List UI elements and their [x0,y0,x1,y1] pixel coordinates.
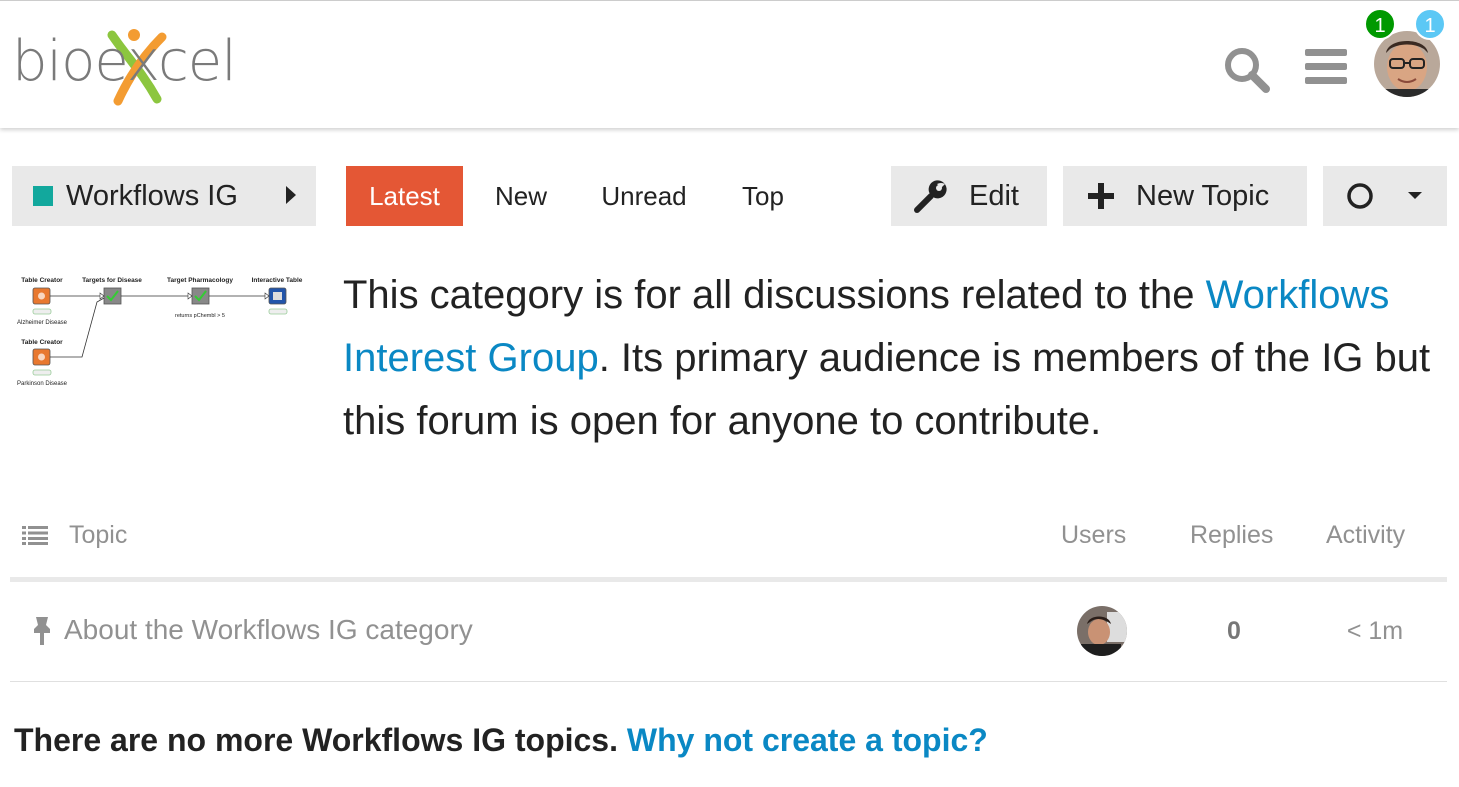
tab-top[interactable]: Top [726,166,800,226]
search-icon [1225,48,1270,93]
hamburger-icon [1305,49,1347,84]
svg-text:Interactive Table: Interactive Table [252,277,303,284]
svg-text:Table Creator: Table Creator [21,277,63,284]
svg-text:Target Pharmacology: Target Pharmacology [167,277,233,284]
caret-down-icon [1408,192,1422,199]
column-header-replies[interactable]: Replies [1190,521,1273,550]
notification-badge[interactable]: 1 [1364,8,1396,40]
site-header: bioexcel 1 1 [0,0,1459,128]
caret-right-icon [286,186,296,204]
navigation-bar: Workflows IG Latest New Unread Top Edit … [0,166,1459,226]
category-label: Workflows IG [66,179,238,212]
create-topic-link[interactable]: Why not create a topic? [627,722,988,758]
svg-text:returns pChembl > 5: returns pChembl > 5 [175,313,225,319]
edit-label: Edit [969,179,1019,212]
list-icon[interactable] [22,525,48,545]
plus-icon [1088,183,1114,209]
no-more-topics-text: There are no more Workflows IG topics. [14,722,627,758]
tab-latest[interactable]: Latest [346,166,463,226]
activity-time[interactable]: < 1m [1320,617,1430,646]
new-topic-label: New Topic [1136,179,1270,212]
private-message-badge[interactable]: 1 [1414,8,1446,40]
no-more-topics-message: There are no more Workflows IG topics. W… [14,722,988,759]
search-button[interactable] [1222,45,1272,95]
notification-level-dropdown[interactable] [1323,166,1447,226]
topic-title-link[interactable]: About the Workflows IG category [64,614,473,646]
replies-count: 0 [1227,617,1241,645]
poster-avatar-image [1077,606,1127,656]
category-description: This category is for all discussions rel… [343,264,1453,453]
category-logo-image: Table Creator Targets for Disease Target… [12,270,310,394]
svg-text:Table Creator: Table Creator [21,339,63,346]
svg-text:Alzheimer Disease: Alzheimer Disease [17,320,68,326]
column-header-users: Users [1061,521,1127,549]
user-avatar[interactable] [1374,31,1440,97]
category-dropdown[interactable]: Workflows IG [12,166,316,226]
topic-row[interactable]: About the Workflows IG category 0 < 1m [10,582,1447,682]
avatar-image [1374,31,1440,97]
tab-new[interactable]: New [477,166,565,226]
circle-icon [1347,183,1373,209]
column-header-activity[interactable]: Activity [1326,521,1405,550]
tab-unread[interactable]: Unread [584,166,704,226]
topic-list-header: Topic Users Replies Activity [10,505,1447,577]
poster-avatar[interactable] [1077,606,1127,656]
wrench-icon [914,180,947,213]
svg-text:Targets for Disease: Targets for Disease [82,277,142,284]
hamburger-menu-button[interactable] [1303,45,1349,89]
pin-icon [34,617,50,645]
category-color-swatch [33,186,53,206]
column-header-topic[interactable]: Topic [69,521,127,550]
new-topic-button[interactable]: New Topic [1063,166,1307,226]
logo-text: bioexcel [12,29,237,94]
edit-category-button[interactable]: Edit [891,166,1047,226]
svg-text:Parkinson Disease: Parkinson Disease [17,381,68,387]
workflow-diagram-image: Table Creator Targets for Disease Target… [17,277,303,387]
description-text: This category is for all discussions rel… [343,273,1206,317]
bioexcel-logo[interactable]: bioexcel [12,27,237,107]
